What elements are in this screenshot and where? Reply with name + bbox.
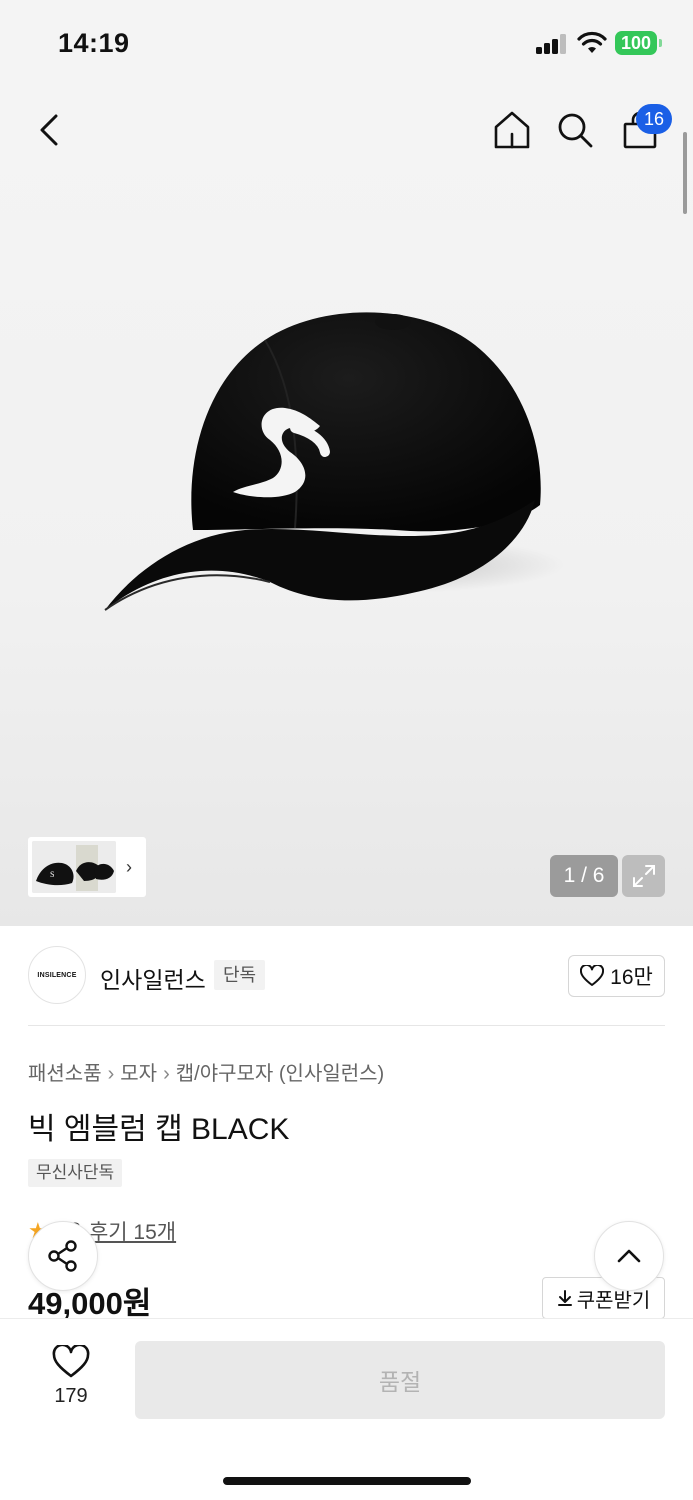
brand-like-button[interactable]: 16만 xyxy=(568,955,665,997)
wishlist-count: 179 xyxy=(54,1385,88,1407)
breadcrumb-item[interactable]: 모자 xyxy=(120,1063,157,1085)
scroll-to-top-button[interactable] xyxy=(594,1221,664,1291)
heart-icon xyxy=(580,965,605,986)
product-image[interactable] xyxy=(95,230,565,620)
chevron-right-icon: › xyxy=(107,1063,115,1085)
home-button[interactable] xyxy=(490,108,534,152)
breadcrumb-item[interactable]: 패션소품 xyxy=(28,1063,102,1085)
download-icon xyxy=(557,1290,572,1306)
search-icon xyxy=(558,113,593,148)
thumbnail-strip[interactable]: S › xyxy=(28,837,146,897)
thumbnail-image[interactable]: S xyxy=(32,841,116,893)
brand-name[interactable]: 인사일런스 xyxy=(100,961,206,995)
divider xyxy=(28,1025,665,1026)
svg-text:S: S xyxy=(50,870,54,879)
share-icon xyxy=(48,1240,77,1272)
scrollbar[interactable] xyxy=(683,132,687,214)
product-gallery[interactable]: S › 1 / 6 xyxy=(0,90,693,926)
heart-icon xyxy=(52,1345,90,1378)
chevron-left-icon xyxy=(40,114,58,146)
battery-indicator: 100 xyxy=(615,31,662,55)
status-bar: 14:19 100 xyxy=(0,0,693,90)
brand-like-count: 16만 xyxy=(610,966,653,989)
page-indicator: 1 / 6 xyxy=(550,855,618,897)
status-time: 14:19 xyxy=(58,28,130,58)
chevron-up-icon xyxy=(617,1249,641,1263)
review-link[interactable]: 후기 15개 xyxy=(89,1216,176,1246)
brand-row[interactable]: INSILENCE 인사일런스 단독 16만 xyxy=(28,946,665,1006)
chevron-right-icon[interactable]: › xyxy=(116,857,142,878)
share-button[interactable] xyxy=(28,1221,98,1291)
exclusive-badge: 단독 xyxy=(214,960,266,990)
expand-icon xyxy=(632,865,655,887)
product-title: 빅 엠블럼 캡 BLACK xyxy=(28,1113,290,1146)
chevron-right-icon: › xyxy=(163,1063,170,1085)
wifi-icon xyxy=(577,31,607,53)
breadcrumb-item[interactable]: 캡/야구모자 (인사일런스) xyxy=(176,1063,384,1085)
soldout-button[interactable]: 품절 xyxy=(135,1341,665,1419)
back-button[interactable] xyxy=(28,108,72,152)
breadcrumb: 패션소품 › 모자 › 캡/야구모자 (인사일런스) xyxy=(28,1057,384,1086)
store-exclusive-badge: 무신사단독 xyxy=(28,1159,123,1187)
brand-logo[interactable]: INSILENCE xyxy=(28,946,86,1004)
home-icon xyxy=(494,111,530,149)
wishlist-button[interactable]: 179 xyxy=(38,1345,104,1415)
search-button[interactable] xyxy=(553,108,597,152)
home-indicator xyxy=(223,1477,471,1485)
cart-count-badge: 16 xyxy=(636,104,672,134)
expand-button[interactable] xyxy=(622,855,665,897)
signal-icon xyxy=(536,34,568,54)
bottom-action-bar: 179 품절 xyxy=(0,1318,693,1500)
